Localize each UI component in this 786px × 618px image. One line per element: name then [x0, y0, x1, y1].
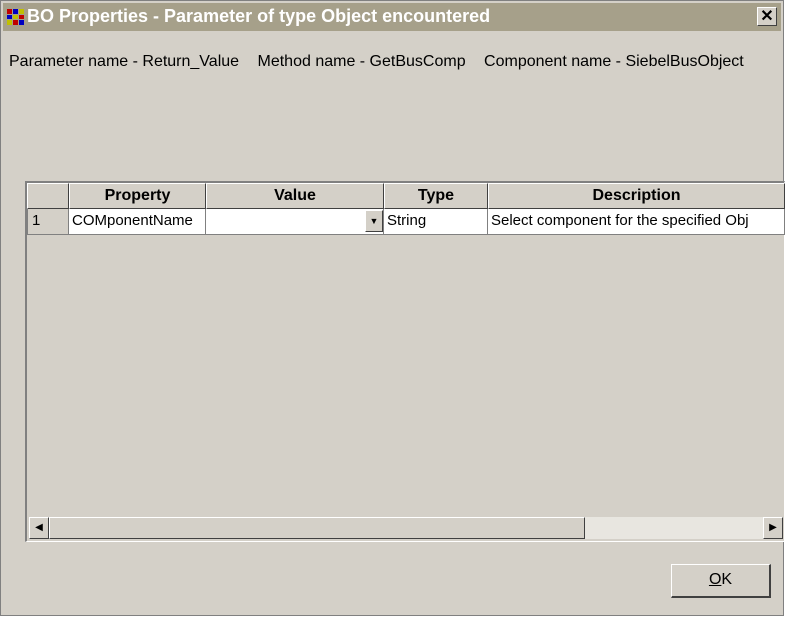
grid-header: Property Value Type Description	[27, 183, 785, 209]
close-icon: ✕	[760, 8, 774, 25]
dropdown-button[interactable]: ▼	[365, 210, 383, 232]
type-cell[interactable]: String	[384, 209, 488, 235]
header-corner[interactable]	[27, 183, 69, 209]
scroll-thumb[interactable]	[49, 517, 585, 539]
method-name-label: Method name - GetBusComp	[257, 53, 466, 70]
table-row[interactable]: 1 COMponentName ▼ String Select componen…	[27, 209, 785, 235]
value-dropdown[interactable]: ▼	[206, 209, 384, 235]
ok-accelerator: O	[708, 571, 722, 588]
description-cell[interactable]: Select component for the specified Obj	[488, 209, 785, 235]
ok-label-rest: K	[721, 571, 733, 588]
header-description[interactable]: Description	[488, 183, 785, 209]
title-bar[interactable]: BO Properties - Parameter of type Object…	[3, 3, 781, 31]
component-name-label: Component name - SiebelBusObject	[484, 53, 744, 70]
parameter-info: Parameter name - Return_Value Method nam…	[9, 53, 775, 71]
row-number[interactable]: 1	[27, 209, 69, 235]
dialog-window: BO Properties - Parameter of type Object…	[0, 0, 785, 616]
ok-button[interactable]: OK	[671, 564, 771, 598]
scroll-right-icon: ▶	[769, 522, 777, 533]
window-title: BO Properties - Parameter of type Object…	[27, 6, 491, 26]
header-type[interactable]: Type	[384, 183, 488, 209]
properties-grid: Property Value Type Description 1 COMpon…	[25, 181, 785, 542]
close-button[interactable]: ✕	[757, 7, 777, 26]
scroll-left-icon: ◀	[35, 522, 43, 533]
chevron-down-icon: ▼	[369, 216, 379, 226]
header-value[interactable]: Value	[206, 183, 384, 209]
property-cell[interactable]: COMponentName	[69, 209, 206, 235]
scroll-right-button[interactable]: ▶	[763, 517, 783, 539]
horizontal-scrollbar[interactable]: ◀ ▶	[29, 517, 783, 539]
parameter-name-label: Parameter name - Return_Value	[9, 53, 240, 70]
header-property[interactable]: Property	[69, 183, 206, 209]
app-grid-icon	[7, 9, 24, 25]
scroll-left-button[interactable]: ◀	[29, 517, 49, 539]
